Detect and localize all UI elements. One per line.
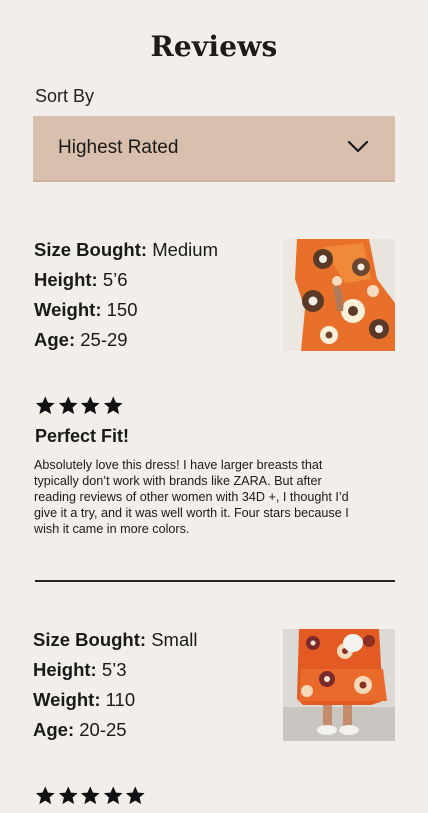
height: Height: 5’3 — [33, 659, 127, 681]
weight: Weight: 110 — [33, 689, 135, 711]
age-value: 25-29 — [80, 329, 128, 350]
star-icon — [58, 396, 78, 415]
review-divider — [35, 580, 395, 582]
sort-select-value: Highest Rated — [58, 137, 179, 158]
star-icon — [58, 786, 78, 805]
weight-value: 150 — [106, 299, 138, 320]
star-icon — [80, 786, 100, 805]
height-value: 5’3 — [101, 659, 127, 680]
weight-value: 110 — [105, 689, 136, 710]
rating-stars — [34, 784, 147, 806]
size-bought-value: Small — [151, 629, 198, 650]
age: Age: 20-25 — [33, 719, 127, 741]
height-label: Height: — [33, 659, 97, 680]
sort-select[interactable]: Highest Rated — [33, 116, 395, 182]
weight-label: Weight: — [33, 689, 101, 710]
height: Height: 5’6 — [34, 269, 128, 291]
star-icon — [80, 396, 100, 415]
rating-stars — [34, 394, 124, 416]
age-value: 20-25 — [79, 719, 127, 740]
weight-label: Weight: — [34, 299, 102, 320]
size-bought-value: Medium — [152, 239, 218, 260]
size-bought-label: Size Bought: — [33, 629, 147, 650]
height-value: 5’6 — [102, 269, 128, 290]
sort-label: Sort By — [35, 86, 95, 106]
star-icon — [35, 396, 55, 415]
review-photo[interactable] — [283, 629, 395, 741]
size-bought: Size Bought: Medium — [34, 239, 218, 261]
height-label: Height: — [34, 269, 98, 290]
review-body: Absolutely love this dress! I have large… — [34, 458, 349, 536]
age-label: Age: — [34, 329, 76, 350]
star-icon — [103, 786, 123, 805]
size-bought: Size Bought: Small — [33, 629, 197, 651]
age-label: Age: — [33, 719, 75, 740]
star-icon — [35, 786, 55, 805]
weight: Weight: 150 — [34, 299, 138, 321]
age: Age: 25-29 — [34, 329, 128, 351]
review-title: Perfect Fit! — [35, 426, 130, 446]
star-icon — [103, 396, 123, 415]
size-bought-label: Size Bought: — [34, 239, 148, 260]
page-title: Reviews — [150, 30, 278, 63]
star-icon — [125, 786, 145, 805]
review-photo[interactable] — [283, 239, 395, 351]
chevron-down-icon — [347, 140, 369, 153]
